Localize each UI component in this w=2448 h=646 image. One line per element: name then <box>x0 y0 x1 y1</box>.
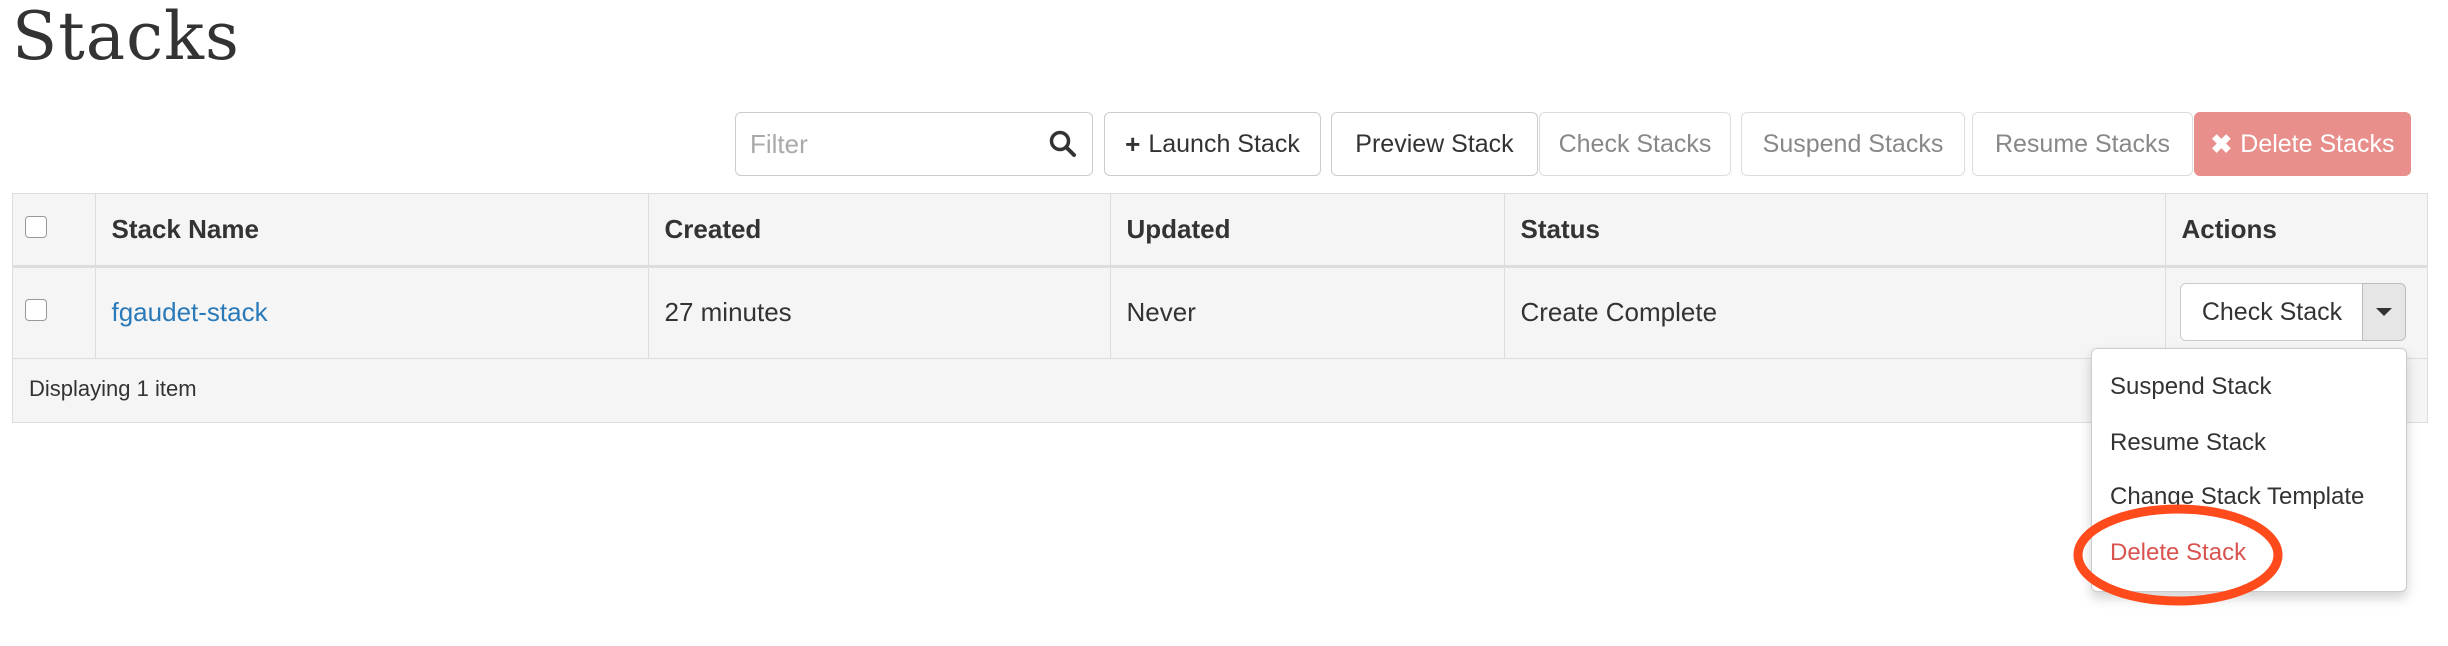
created-cell: 27 minutes <box>648 266 1111 359</box>
filter-input[interactable] <box>736 113 1036 175</box>
preview-stack-button[interactable]: Preview Stack <box>1331 112 1538 176</box>
resume-stacks-label: Resume Stacks <box>1994 129 2171 158</box>
column-header-stack-name[interactable]: Stack Name <box>95 194 649 268</box>
launch-stack-label: Launch Stack <box>1148 129 1300 158</box>
select-all-cell <box>13 194 96 268</box>
column-header-status[interactable]: Status <box>1504 194 2166 268</box>
item-count: Displaying 1 item <box>29 376 197 402</box>
plus-icon: + <box>1125 128 1141 159</box>
caret-down-icon <box>2376 308 2392 316</box>
column-header-created[interactable]: Created <box>648 194 1111 268</box>
column-header-updated[interactable]: Updated <box>1110 194 1505 268</box>
updated-cell: Never <box>1110 266 1505 359</box>
page-title: Stacks <box>12 0 240 75</box>
preview-stack-label: Preview Stack <box>1355 129 1514 158</box>
actions-dropdown-menu: Suspend Stack Resume Stack Change Stack … <box>2091 348 2407 592</box>
table-header-row: Stack Name Created Updated Status Action… <box>13 194 2427 268</box>
delete-stacks-button[interactable]: ✖ Delete Stacks <box>2194 112 2411 176</box>
select-all-checkbox[interactable] <box>25 215 47 238</box>
search-icon[interactable] <box>1048 129 1078 159</box>
check-stack-button[interactable]: Check Stack <box>2180 283 2364 341</box>
menu-item-resume-stack[interactable]: Resume Stack <box>2110 429 2266 457</box>
filter-field[interactable] <box>735 112 1093 176</box>
stack-name-cell: fgaudet-stack <box>95 266 649 359</box>
launch-stack-button[interactable]: + Launch Stack <box>1104 112 1321 176</box>
table-row: fgaudet-stack 27 minutes Never Create Co… <box>13 266 2427 359</box>
delete-stacks-label: Delete Stacks <box>2240 129 2395 158</box>
check-stacks-label: Check Stacks <box>1558 129 1712 158</box>
actions-dropdown-toggle[interactable] <box>2362 283 2406 341</box>
suspend-stacks-label: Suspend Stacks <box>1762 129 1944 158</box>
menu-item-change-stack-template[interactable]: Change Stack Template <box>2110 483 2364 511</box>
row-select-cell <box>13 266 96 359</box>
stacks-table: Stack Name Created Updated Status Action… <box>12 193 2428 423</box>
stack-name-link[interactable]: fgaudet-stack <box>112 297 268 327</box>
column-header-actions: Actions <box>2165 194 2427 268</box>
times-icon: ✖ <box>2210 128 2233 159</box>
status-cell: Create Complete <box>1504 266 2166 359</box>
menu-item-suspend-stack[interactable]: Suspend Stack <box>2110 373 2271 401</box>
suspend-stacks-button[interactable]: Suspend Stacks <box>1741 112 1965 176</box>
menu-item-delete-stack[interactable]: Delete Stack <box>2110 539 2246 567</box>
check-stacks-button[interactable]: Check Stacks <box>1539 112 1731 176</box>
row-checkbox[interactable] <box>25 299 47 321</box>
table-footer-row: Displaying 1 item <box>13 358 2427 420</box>
resume-stacks-button[interactable]: Resume Stacks <box>1972 112 2193 176</box>
